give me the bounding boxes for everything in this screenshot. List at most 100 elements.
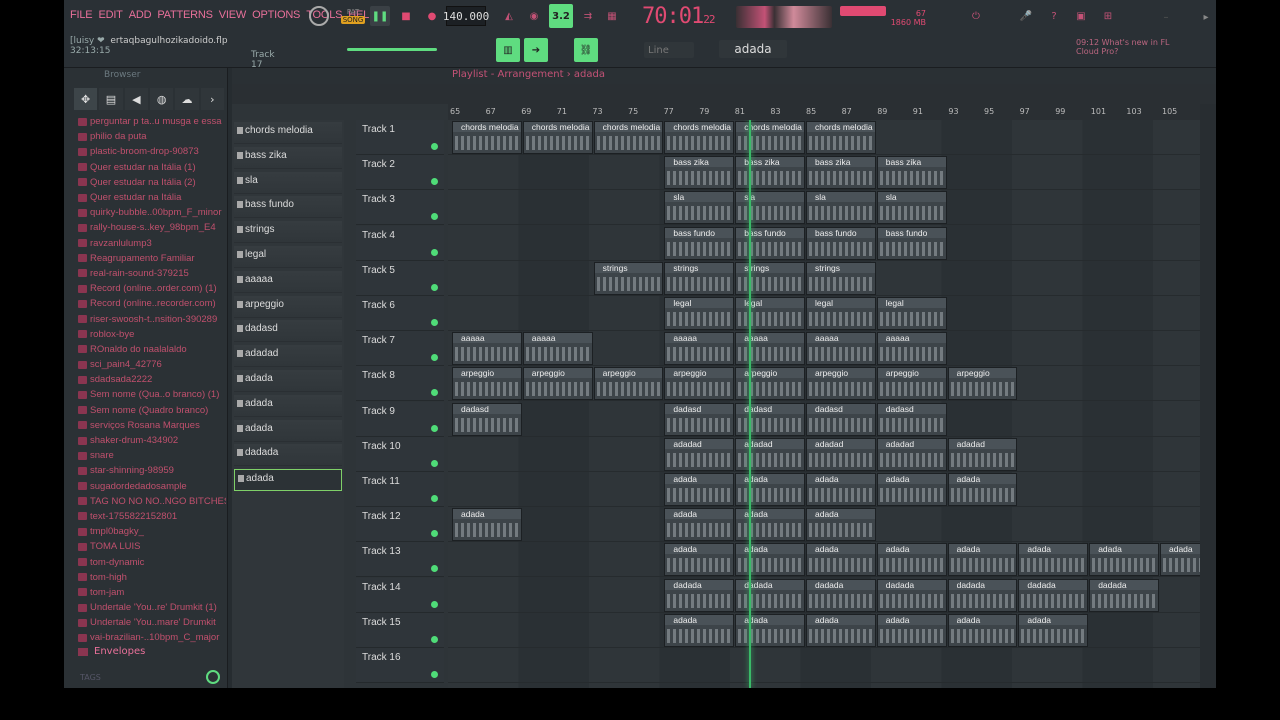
pattern-clip[interactable]: dadasd bbox=[876, 402, 947, 436]
pattern-clip[interactable]: dadada bbox=[876, 578, 947, 612]
track-mute-led[interactable] bbox=[431, 143, 438, 150]
pattern-clip[interactable]: dadada bbox=[1018, 578, 1089, 612]
pattern-clip[interactable]: legal bbox=[806, 297, 876, 330]
pattern-clip[interactable]: bass fundo bbox=[806, 226, 876, 260]
browser-file-item[interactable]: sugadordedadosample bbox=[78, 479, 226, 494]
pat-song-toggle[interactable]: PAT SONG bbox=[340, 4, 366, 28]
track-header[interactable]: Track 16 bbox=[356, 648, 444, 683]
piano-roll-button[interactable]: ▥ bbox=[496, 38, 520, 62]
pattern-item[interactable]: arpeggio bbox=[234, 295, 342, 318]
browser-file-item[interactable]: TOMA LUIS bbox=[78, 539, 226, 554]
pattern-item[interactable]: chords melodia bbox=[234, 122, 342, 144]
pattern-clip[interactable]: adada bbox=[735, 613, 805, 647]
browser-file-item[interactable]: Sem nome (Quadro branco) bbox=[78, 403, 226, 418]
pattern-clip[interactable]: bass fundo bbox=[664, 226, 735, 260]
pattern-clip[interactable]: adada bbox=[947, 543, 1018, 577]
track-header[interactable]: Track 6 bbox=[356, 296, 444, 331]
window-close-icon[interactable]: ▸ bbox=[1199, 10, 1213, 24]
pattern-item[interactable]: adada bbox=[234, 394, 342, 417]
pattern-clip[interactable]: adada bbox=[806, 473, 876, 506]
metronome-icon[interactable]: ◭ bbox=[499, 6, 519, 26]
menu-item-add[interactable]: ADD bbox=[129, 9, 152, 21]
track-mute-led[interactable] bbox=[431, 248, 438, 256]
pattern-clip[interactable]: strings bbox=[664, 261, 735, 295]
browser-more-icon[interactable]: › bbox=[200, 88, 224, 110]
browser-file-item[interactable]: TAG NO NO NO..NGO BITCHES bbox=[78, 494, 226, 509]
track-header[interactable]: Track 8 bbox=[356, 366, 444, 402]
browser-file-item[interactable]: sci_pain4_42776 bbox=[78, 357, 226, 372]
pattern-item[interactable]: sla bbox=[234, 171, 342, 194]
pattern-clip[interactable]: aaaaa bbox=[522, 332, 593, 366]
pattern-clip[interactable]: aaaaa bbox=[452, 332, 522, 366]
track-header[interactable]: Track 13 bbox=[356, 542, 444, 578]
pattern-clip[interactable]: adada bbox=[876, 473, 947, 506]
pattern-clip[interactable]: sla bbox=[735, 191, 805, 225]
pattern-clip[interactable]: dadada bbox=[806, 578, 876, 612]
browser-file-item[interactable]: Quer estudar na Itália (1) bbox=[78, 160, 226, 175]
pattern-clip[interactable]: strings bbox=[593, 261, 664, 295]
pattern-item[interactable]: legal bbox=[234, 246, 342, 268]
pattern-clip[interactable]: adada bbox=[876, 613, 947, 647]
master-pitch-slider[interactable] bbox=[347, 48, 437, 51]
pattern-clip[interactable]: chords melodia bbox=[664, 121, 735, 154]
track-header[interactable]: Track 3 bbox=[356, 190, 444, 226]
save-icon[interactable]: ▣ bbox=[1071, 6, 1091, 26]
loop-record-icon[interactable]: ⇉ bbox=[578, 6, 598, 26]
playlist-arrow-button[interactable]: ➔ bbox=[524, 38, 548, 62]
browser-file-item[interactable]: Undertale 'You..mare' Drumkit bbox=[78, 615, 226, 630]
browser-all-icon[interactable]: ✥ bbox=[74, 88, 98, 110]
pattern-clip[interactable]: arpeggio bbox=[735, 367, 805, 401]
pattern-clip[interactable]: adada bbox=[947, 473, 1018, 506]
pattern-clip[interactable]: dadasd bbox=[806, 402, 876, 436]
browser-search-icon[interactable] bbox=[206, 670, 220, 684]
browser-file-item[interactable]: Sem nome (Qua..o branco) (1) bbox=[78, 387, 226, 402]
help-icon[interactable]: ? bbox=[1044, 6, 1064, 26]
pattern-item[interactable]: adada bbox=[234, 469, 342, 492]
vertical-scrollbar[interactable] bbox=[1200, 104, 1216, 688]
browser-file-item[interactable]: plastic-broom-drop-90873 bbox=[78, 144, 226, 159]
pattern-clip[interactable]: adada bbox=[806, 613, 876, 647]
browser-file-item[interactable]: Quer estudar na Itália bbox=[78, 190, 226, 205]
pattern-clip[interactable]: arpeggio bbox=[806, 367, 876, 401]
pattern-clip[interactable]: adada bbox=[664, 473, 735, 506]
pattern-clip[interactable]: chords melodia bbox=[452, 121, 522, 154]
browser-file-item[interactable]: text-1755822152801 bbox=[78, 509, 226, 524]
track-mute-led[interactable] bbox=[431, 213, 438, 221]
browser-file-item[interactable]: vai-brazilian-..10bpm_C_major bbox=[78, 630, 226, 644]
menu-item-options[interactable]: OPTIONS bbox=[252, 9, 300, 21]
pattern-item[interactable]: dadada bbox=[234, 444, 342, 467]
pattern-clip[interactable]: adada bbox=[735, 473, 805, 506]
track-mute-led[interactable] bbox=[431, 319, 438, 326]
step-edit-icon[interactable]: ▦ bbox=[602, 6, 622, 26]
link-button[interactable]: ⛓ bbox=[574, 38, 598, 62]
microphone-icon[interactable]: 🎤 bbox=[1016, 6, 1036, 26]
browser-file-item[interactable]: star-shinning-98959 bbox=[78, 463, 226, 478]
pattern-clip[interactable]: arpeggio bbox=[876, 367, 947, 401]
pattern-clip[interactable]: legal bbox=[735, 297, 805, 330]
track-mute-led[interactable] bbox=[431, 354, 438, 362]
pattern-clip[interactable]: adada bbox=[735, 508, 805, 542]
timeline-ruler[interactable]: 65 67 69 71 73 75 77 79 81 83 85 87 89 91 93 95 97 99 101 1… bbox=[448, 104, 1200, 120]
track-mute-led[interactable] bbox=[431, 459, 438, 467]
track-mute-led[interactable] bbox=[431, 671, 438, 678]
pattern-clip[interactable]: strings bbox=[806, 261, 876, 295]
browser-globe-icon[interactable]: ◍ bbox=[149, 88, 174, 110]
browser-file-item[interactable]: tom-jam bbox=[78, 585, 226, 600]
browser-speaker-icon[interactable]: ◀ bbox=[124, 88, 148, 110]
play-button[interactable]: ❚❚ bbox=[370, 6, 390, 26]
pattern-item[interactable]: bass fundo bbox=[234, 196, 342, 219]
browser-file-item[interactable]: snare bbox=[78, 448, 226, 463]
pattern-clip[interactable]: sla bbox=[876, 191, 947, 225]
arrangement-grid[interactable]: chords melodia chords melodia chords melod… bbox=[448, 120, 1200, 688]
track-header[interactable]: Track 10 bbox=[356, 436, 444, 472]
browser-file-item[interactable]: quirky-bubble..00bpm_F_minor bbox=[78, 205, 226, 220]
browser-cloud-icon[interactable]: ☁ bbox=[175, 88, 199, 110]
track-mute-led[interactable] bbox=[431, 283, 438, 291]
browser-file-item[interactable]: serviços Rosana Marques bbox=[78, 418, 226, 433]
browser-file-item[interactable]: Record (online..recorder.com) bbox=[78, 296, 226, 311]
track-header[interactable]: Track 2 bbox=[356, 155, 444, 191]
pattern-clip[interactable]: adada bbox=[806, 543, 876, 577]
pattern-clip[interactable]: adada bbox=[452, 508, 522, 542]
menu-item-edit[interactable]: EDIT bbox=[98, 9, 122, 21]
browser-file-item[interactable]: Reagrupamento Familiar bbox=[78, 251, 226, 266]
